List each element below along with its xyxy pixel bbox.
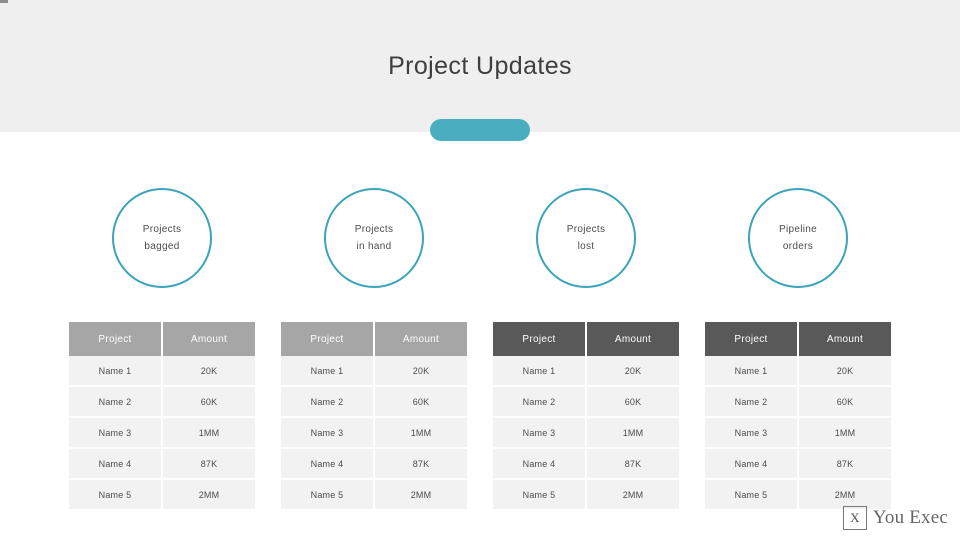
circle-badge: Pipeline orders	[748, 188, 848, 288]
table-row: Name 5 2MM	[493, 479, 679, 509]
column-header-amount: Amount	[586, 322, 679, 356]
table-row: Name 2 60K	[281, 386, 467, 418]
cell-project: Name 3	[493, 417, 587, 449]
cell-project: Name 5	[69, 479, 163, 509]
circle-badge: Projects lost	[536, 188, 636, 288]
circle-label-line1: Projects	[566, 224, 606, 235]
cell-project: Name 4	[493, 448, 587, 480]
cell-amount: 87K	[798, 448, 891, 480]
circle-badge: Projects in hand	[324, 188, 424, 288]
cell-project: Name 1	[705, 356, 799, 387]
cell-project: Name 3	[705, 417, 799, 449]
cell-amount: 1MM	[374, 417, 467, 449]
cell-project: Name 3	[69, 417, 163, 449]
cell-amount: 20K	[798, 356, 891, 387]
cell-amount: 87K	[374, 448, 467, 480]
accent-pill	[430, 119, 530, 141]
table-header-row: Project Amount	[69, 322, 255, 356]
table-row: Name 4 87K	[69, 448, 255, 480]
column-projects-bagged: Projects bagged Project Amount Name 1 20…	[62, 188, 262, 509]
table-row: Name 5 2MM	[705, 479, 891, 509]
table-row: Name 4 87K	[705, 448, 891, 480]
logo-mark-icon: X	[842, 506, 867, 530]
data-table: Project Amount Name 1 20K Name 2 60K Nam…	[69, 322, 255, 509]
cell-project: Name 5	[281, 479, 375, 509]
cell-project: Name 2	[493, 386, 587, 418]
slide: Project Updates Projects bagged Project …	[0, 0, 960, 540]
cell-amount: 2MM	[798, 479, 891, 509]
cell-amount: 87K	[162, 448, 255, 480]
cell-amount: 60K	[798, 386, 891, 418]
logo-text: You Exec	[872, 507, 948, 528]
corner-mark	[0, 0, 8, 3]
cell-amount: 20K	[374, 356, 467, 387]
cell-amount: 1MM	[798, 417, 891, 449]
data-table: Project Amount Name 1 20K Name 2 60K Nam…	[493, 322, 679, 509]
table-row: Name 3 1MM	[705, 417, 891, 449]
column-projects-in-hand: Projects in hand Project Amount Name 1 2…	[274, 188, 474, 509]
table-row: Name 5 2MM	[281, 479, 467, 509]
column-header-amount: Amount	[374, 322, 467, 356]
circle-label-line2: bagged	[144, 241, 180, 252]
table-row: Name 3 1MM	[281, 417, 467, 449]
circle-label-line1: Projects	[354, 224, 394, 235]
cell-project: Name 5	[705, 479, 799, 509]
table-row: Name 2 60K	[69, 386, 255, 418]
table-row: Name 2 60K	[493, 386, 679, 418]
cell-amount: 20K	[162, 356, 255, 387]
column-projects-lost: Projects lost Project Amount Name 1 20K …	[486, 188, 686, 509]
cell-amount: 1MM	[586, 417, 679, 449]
cell-project: Name 1	[493, 356, 587, 387]
column-header-project: Project	[493, 322, 587, 356]
data-table: Project Amount Name 1 20K Name 2 60K Nam…	[705, 322, 891, 509]
table-row: Name 3 1MM	[493, 417, 679, 449]
cell-project: Name 3	[281, 417, 375, 449]
cell-project: Name 1	[281, 356, 375, 387]
cell-amount: 87K	[586, 448, 679, 480]
circle-label-line1: Projects	[142, 224, 182, 235]
cell-project: Name 2	[705, 386, 799, 418]
cell-project: Name 2	[69, 386, 163, 418]
cell-amount: 2MM	[586, 479, 679, 509]
table-header-row: Project Amount	[493, 322, 679, 356]
table-row: Name 2 60K	[705, 386, 891, 418]
cell-project: Name 4	[281, 448, 375, 480]
cell-amount: 2MM	[374, 479, 467, 509]
cell-amount: 60K	[374, 386, 467, 418]
table-row: Name 4 87K	[281, 448, 467, 480]
table-row: Name 4 87K	[493, 448, 679, 480]
column-header-project: Project	[69, 322, 163, 356]
cell-project: Name 4	[69, 448, 163, 480]
data-table: Project Amount Name 1 20K Name 2 60K Nam…	[281, 322, 467, 509]
table-row: Name 1 20K	[493, 356, 679, 387]
table-row: Name 3 1MM	[69, 417, 255, 449]
circle-label-line2: orders	[782, 241, 814, 252]
cell-amount: 2MM	[162, 479, 255, 509]
table-row: Name 5 2MM	[69, 479, 255, 509]
table-header-row: Project Amount	[281, 322, 467, 356]
table-header-row: Project Amount	[705, 322, 891, 356]
column-header-amount: Amount	[798, 322, 891, 356]
column-header-project: Project	[705, 322, 799, 356]
circle-label-line2: in hand	[356, 241, 392, 252]
brand-logo: X You Exec	[842, 506, 948, 530]
page-title: Project Updates	[388, 52, 572, 80]
cell-project: Name 5	[493, 479, 587, 509]
circle-badge: Projects bagged	[112, 188, 212, 288]
table-row: Name 1 20K	[281, 356, 467, 387]
circle-label-line2: lost	[577, 241, 595, 252]
cell-amount: 60K	[162, 386, 255, 418]
cell-project: Name 2	[281, 386, 375, 418]
column-header-amount: Amount	[162, 322, 255, 356]
cell-amount: 20K	[586, 356, 679, 387]
cell-project: Name 1	[69, 356, 163, 387]
cell-amount: 1MM	[162, 417, 255, 449]
table-row: Name 1 20K	[705, 356, 891, 387]
cell-project: Name 4	[705, 448, 799, 480]
column-header-project: Project	[281, 322, 375, 356]
cell-amount: 60K	[586, 386, 679, 418]
table-row: Name 1 20K	[69, 356, 255, 387]
column-pipeline-orders: Pipeline orders Project Amount Name 1 20…	[698, 188, 898, 509]
circle-label-line1: Pipeline	[779, 224, 817, 235]
